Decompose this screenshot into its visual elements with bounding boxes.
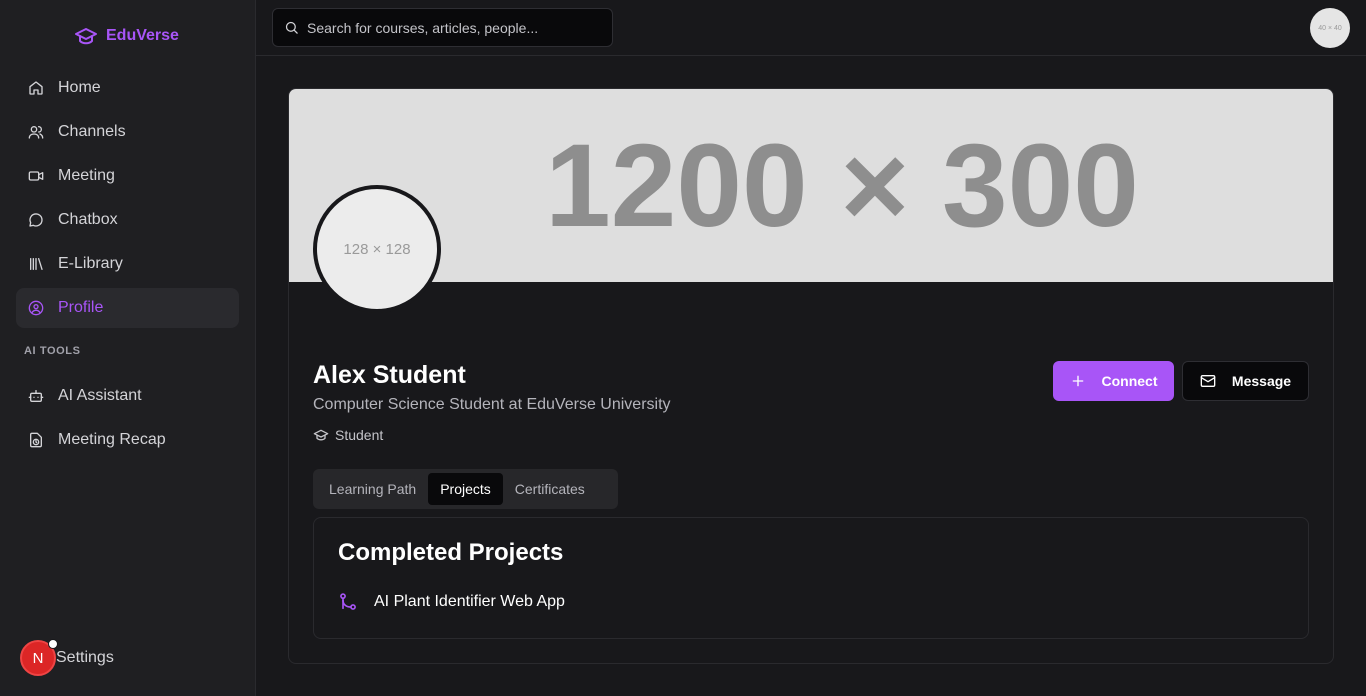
sidebar: EduVerse Home Channels Meeting Chatbox E… [0, 0, 256, 696]
git-branch-icon [340, 593, 356, 610]
sidebar-item-label: Profile [58, 299, 104, 316]
profile-banner: 1200 × 300 [289, 89, 1333, 282]
sidebar-item-label: Meeting [58, 167, 115, 184]
graduation-cap-icon [75, 28, 97, 45]
home-icon [29, 81, 43, 95]
profile-card: 1200 × 300 128 × 128 Alex Student Comput… [288, 88, 1334, 664]
sidebar-item-label: E-Library [58, 255, 123, 272]
chat-icon [29, 213, 43, 227]
sidebar-item-chatbox[interactable]: Chatbox [16, 200, 239, 240]
library-icon [30, 258, 43, 270]
connect-button-label: Connect [1101, 373, 1158, 389]
profile-tabs: Learning Path Projects Certificates [313, 469, 618, 509]
sidebar-item-meeting-recap[interactable]: Meeting Recap [16, 420, 239, 460]
search-input[interactable] [307, 19, 597, 36]
sidebar-item-settings[interactable]: N Settings [20, 639, 114, 676]
message-button[interactable]: Message [1182, 361, 1309, 401]
tab-projects[interactable]: Projects [428, 473, 503, 505]
banner-placeholder-text: 1200 × 300 [545, 119, 1139, 252]
sidebar-item-home[interactable]: Home [16, 68, 239, 108]
user-circle-icon [28, 300, 44, 316]
sidebar-item-profile[interactable]: Profile [16, 288, 239, 328]
projects-panel: Completed Projects AI Plant Identifier W… [313, 517, 1309, 639]
users-icon [28, 126, 44, 139]
search-box[interactable] [272, 8, 613, 47]
sidebar-item-label: Home [58, 79, 101, 96]
ai-tools-section-label: AI TOOLS [24, 345, 81, 357]
brand-logo[interactable]: EduVerse [74, 24, 179, 48]
profile-avatar-placeholder: 128 × 128 [343, 240, 411, 258]
user-avatar-badge[interactable]: N [20, 639, 58, 676]
connect-button[interactable]: Connect [1053, 361, 1174, 401]
sidebar-item-label: Chatbox [58, 211, 118, 228]
profile-name: Alex Student [313, 361, 466, 389]
sidebar-item-meeting[interactable]: Meeting [16, 156, 239, 196]
profile-role-label: Student [335, 427, 384, 443]
sidebar-item-e-library[interactable]: E-Library [16, 244, 239, 284]
mail-icon [1200, 375, 1216, 387]
profile-role: Student [313, 427, 383, 443]
brand-name: EduVerse [106, 27, 179, 44]
sidebar-item-ai-assistant[interactable]: AI Assistant [16, 376, 239, 416]
project-label: AI Plant Identifier Web App [374, 593, 565, 610]
sidebar-item-label: Channels [58, 123, 126, 140]
tab-learning-path[interactable]: Learning Path [317, 473, 428, 505]
profile-headline: Computer Science Student at EduVerse Uni… [313, 396, 671, 413]
sidebar-item-label: Meeting Recap [58, 431, 166, 448]
status-dot [48, 639, 58, 649]
panel-title: Completed Projects [338, 539, 564, 566]
header-avatar[interactable]: 40 × 40 [1310, 8, 1350, 48]
avatar-letter: N [32, 649, 44, 667]
message-button-label: Message [1231, 373, 1292, 389]
search-icon [285, 21, 298, 34]
header-avatar-placeholder: 40 × 40 [1318, 24, 1342, 32]
graduation-cap-icon [313, 429, 329, 441]
sidebar-item-label: AI Assistant [58, 387, 142, 404]
bot-icon [28, 390, 44, 402]
tab-certificates[interactable]: Certificates [503, 473, 597, 505]
settings-label: Settings [56, 649, 114, 666]
top-bar: 40 × 40 [256, 0, 1366, 56]
profile-avatar: 128 × 128 [313, 185, 441, 313]
project-item[interactable]: AI Plant Identifier Web App [338, 592, 565, 612]
sidebar-item-channels[interactable]: Channels [16, 112, 239, 152]
plus-icon [1072, 375, 1083, 387]
video-icon [28, 171, 44, 181]
recap-icon [30, 432, 42, 448]
